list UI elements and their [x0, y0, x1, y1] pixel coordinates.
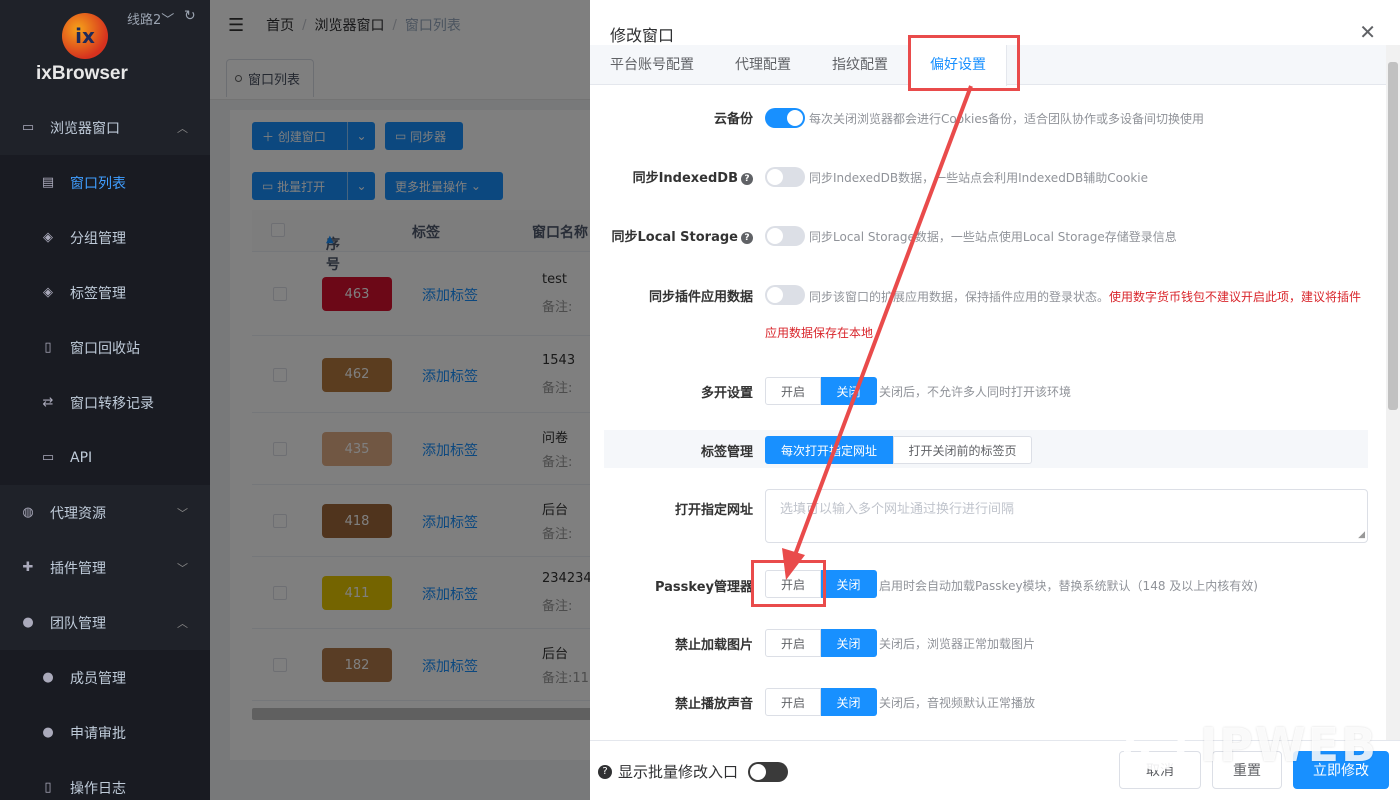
watermark-logo-icon: [1123, 720, 1186, 771]
annotation-arrow-icon: [782, 85, 973, 580]
watermark: IPWEB: [1200, 718, 1379, 772]
